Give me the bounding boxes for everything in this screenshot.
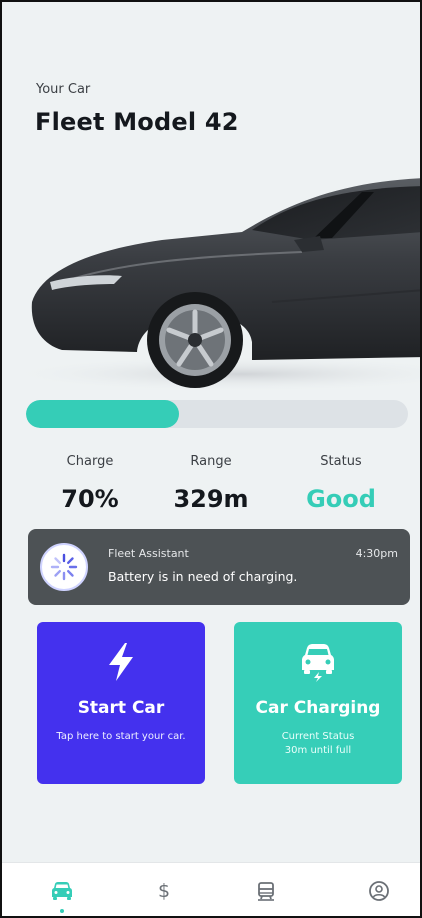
car-charging-status-label: Current Status (281, 731, 355, 742)
stat-status-value: Good (306, 485, 376, 513)
stat-range-label: Range (190, 454, 232, 469)
car-charging-title: Car Charging (255, 698, 381, 718)
lightning-icon (109, 643, 133, 681)
stat-status: Status Good (281, 454, 401, 513)
car-icon (52, 882, 72, 900)
car-image (2, 178, 420, 392)
start-car-title: Start Car (77, 698, 165, 718)
nav-item-car[interactable] (48, 877, 76, 905)
notification-time: 4:30pm (355, 547, 398, 560)
bus-icon (258, 882, 274, 901)
bottom-navigation: $ (2, 862, 420, 916)
start-car-button[interactable]: Start Car Tap here to start your car. (37, 622, 205, 784)
stat-charge-value: 70% (61, 485, 119, 513)
stat-range: Range 329m (151, 454, 271, 513)
nav-active-indicator (60, 909, 64, 913)
app-screen: Your Car Fleet Model 42 Charge 70% Range… (0, 0, 422, 918)
stat-status-label: Status (320, 454, 362, 469)
notification-message: Battery is in need of charging. (108, 569, 298, 584)
profile-icon (369, 881, 389, 901)
nav-item-billing[interactable]: $ (150, 877, 178, 905)
car-charging-icon (302, 644, 334, 682)
notification-sender: Fleet Assistant (108, 547, 189, 560)
page-title: Fleet Model 42 (35, 108, 239, 136)
nav-item-profile[interactable] (365, 877, 393, 905)
car-charging-button[interactable]: Car Charging Current Status 30m until fu… (234, 622, 402, 784)
dollar-icon: $ (157, 880, 171, 902)
stat-charge-label: Charge (66, 454, 114, 469)
charge-progress-fill (26, 400, 179, 428)
page-subtitle: Your Car (36, 82, 91, 97)
nav-item-transit[interactable] (252, 877, 280, 905)
car-charging-time-remaining: 30m until full (284, 745, 352, 756)
start-car-subtitle: Tap here to start your car. (56, 731, 186, 742)
stat-charge: Charge 70% (30, 454, 150, 513)
charge-progress-bar (26, 400, 408, 428)
assistant-avatar (40, 543, 88, 591)
loader-icon (50, 553, 78, 581)
stat-range-value: 329m (173, 485, 249, 513)
assistant-notification[interactable]: Fleet Assistant 4:30pm Battery is in nee… (28, 529, 410, 605)
car-charging-subtitle: Current Status 30m until full (250, 730, 386, 758)
